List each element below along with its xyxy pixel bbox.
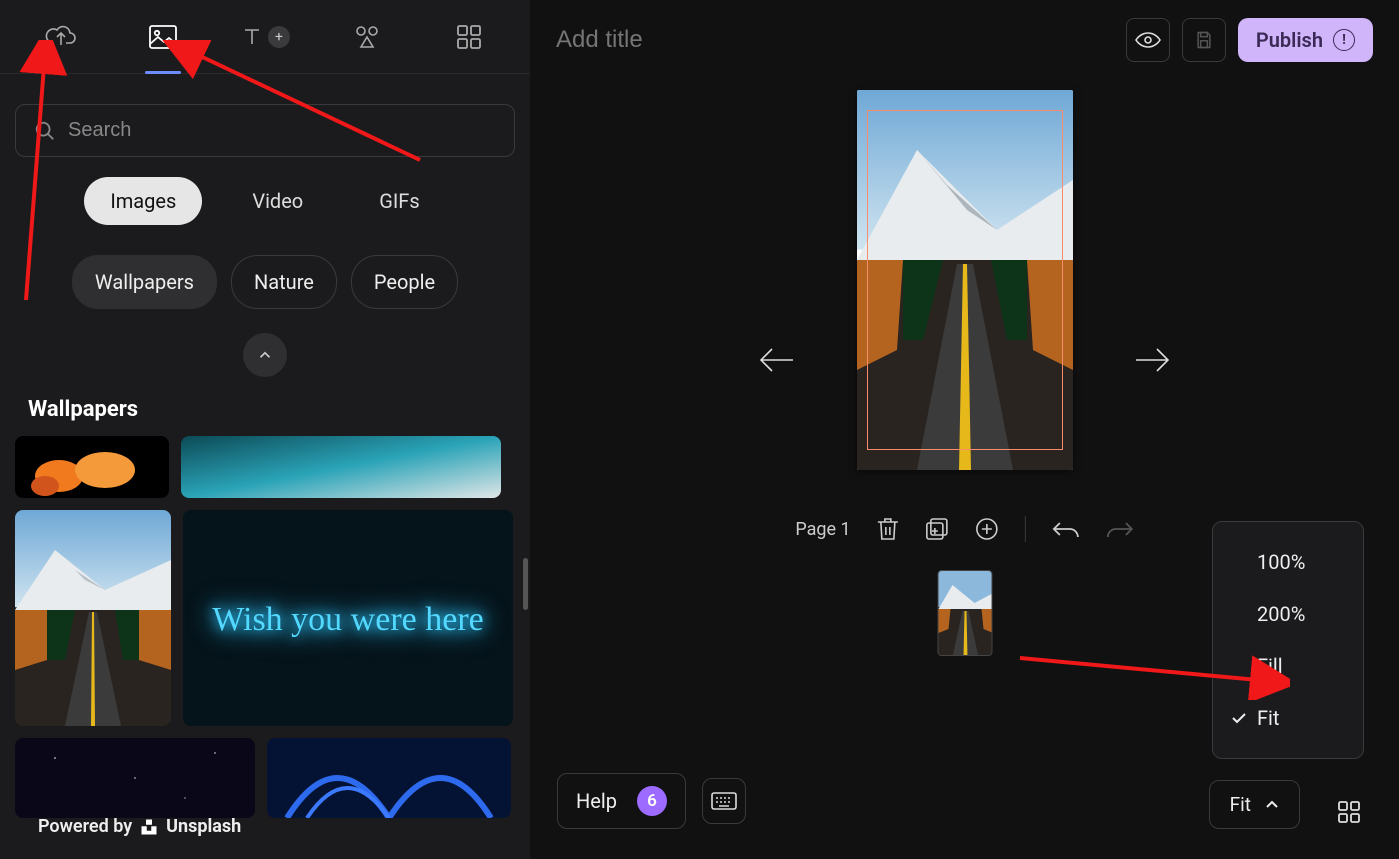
save-icon bbox=[1194, 30, 1214, 50]
save-button[interactable] bbox=[1182, 18, 1226, 62]
sidebar: + Images Video bbox=[0, 0, 530, 859]
chip-nature[interactable]: Nature bbox=[231, 255, 337, 309]
scrollbar-thumb[interactable] bbox=[523, 558, 528, 610]
duplicate-page-icon[interactable] bbox=[925, 517, 949, 541]
search-area bbox=[0, 74, 530, 177]
page-controls: Page 1 bbox=[795, 516, 1133, 542]
search-box[interactable] bbox=[15, 104, 515, 157]
sidebar-tabs: + bbox=[0, 0, 530, 74]
prev-page-button[interactable] bbox=[760, 347, 794, 373]
zoom-menu: 100% 200% Fill Fit bbox=[1212, 521, 1364, 759]
cloud-upload-icon bbox=[45, 23, 77, 51]
gallery-thumb[interactable] bbox=[15, 436, 169, 498]
page-thumb-strip bbox=[937, 570, 992, 656]
next-page-button[interactable] bbox=[1135, 347, 1169, 373]
topbar: Publish ! bbox=[530, 0, 1399, 80]
powered-by-label: Powered by bbox=[38, 816, 132, 837]
gallery-thumb[interactable] bbox=[15, 738, 255, 818]
preview-button[interactable] bbox=[1126, 18, 1170, 62]
svg-text:Wish you were here: Wish you were here bbox=[212, 601, 483, 638]
arrow-right-icon bbox=[1135, 347, 1169, 373]
text-icon bbox=[240, 25, 264, 49]
main: Publish ! bbox=[530, 0, 1399, 859]
tab-text[interactable]: + bbox=[214, 0, 316, 73]
gallery-thumb-neon[interactable]: Wish you were here bbox=[183, 510, 513, 726]
media-type-tabs: Images Video GIFs bbox=[0, 177, 530, 255]
title-input[interactable] bbox=[556, 26, 1114, 54]
fit-button[interactable]: Fit bbox=[1209, 780, 1300, 829]
publish-label: Publish bbox=[1256, 28, 1323, 52]
gallery: Wish you were here bbox=[0, 436, 530, 818]
collapse-button[interactable] bbox=[243, 333, 287, 377]
check-icon bbox=[1231, 710, 1247, 726]
arrow-left-icon bbox=[760, 347, 794, 373]
powered-by: Powered by Unsplash bbox=[38, 816, 241, 837]
help-bar: Help 6 bbox=[557, 773, 746, 829]
canvas-image[interactable] bbox=[857, 90, 1073, 470]
apps-grid-icon bbox=[456, 24, 482, 50]
search-input[interactable] bbox=[68, 119, 496, 142]
media-tab-images[interactable]: Images bbox=[84, 177, 202, 225]
alert-icon: ! bbox=[1333, 29, 1355, 51]
trash-icon[interactable] bbox=[877, 517, 899, 541]
gallery-thumb-mountain-road[interactable] bbox=[15, 510, 171, 726]
redo-icon[interactable] bbox=[1106, 521, 1134, 537]
grid-icon bbox=[1337, 800, 1361, 824]
gallery-thumb[interactable] bbox=[181, 436, 501, 498]
chevron-up-icon bbox=[256, 346, 274, 364]
tab-shapes[interactable] bbox=[316, 0, 418, 73]
unsplash-icon bbox=[140, 818, 158, 836]
shapes-icon bbox=[353, 23, 381, 51]
plus-badge-icon: + bbox=[268, 26, 290, 48]
zoom-option-fit[interactable]: Fit bbox=[1213, 692, 1363, 744]
add-page-icon[interactable] bbox=[975, 517, 999, 541]
canvas-frame[interactable] bbox=[857, 90, 1073, 470]
thumbnail-image bbox=[938, 571, 992, 656]
tab-apps[interactable] bbox=[418, 0, 520, 73]
undo-icon[interactable] bbox=[1052, 521, 1080, 537]
fit-button-label: Fit bbox=[1230, 793, 1251, 816]
zoom-option-fit-label: Fit bbox=[1257, 706, 1279, 730]
section-title: Wallpapers bbox=[0, 387, 530, 436]
page-thumbnail[interactable] bbox=[937, 570, 992, 656]
chip-wallpapers[interactable]: Wallpapers bbox=[72, 255, 217, 309]
media-tab-video[interactable]: Video bbox=[226, 177, 329, 225]
image-icon bbox=[148, 24, 178, 50]
divider bbox=[1025, 516, 1026, 542]
zoom-option-100[interactable]: 100% bbox=[1213, 536, 1363, 588]
keyboard-button[interactable] bbox=[702, 778, 746, 824]
provider-name: Unsplash bbox=[166, 816, 241, 837]
search-icon bbox=[34, 120, 56, 142]
grid-view-button[interactable] bbox=[1337, 800, 1361, 824]
help-label: Help bbox=[576, 789, 617, 813]
chip-people[interactable]: People bbox=[351, 255, 458, 309]
eye-icon bbox=[1135, 31, 1161, 49]
media-tab-gifs[interactable]: GIFs bbox=[353, 177, 445, 225]
chevron-up-icon bbox=[1265, 798, 1279, 812]
tab-upload[interactable] bbox=[10, 0, 112, 73]
tab-media[interactable] bbox=[112, 0, 214, 73]
publish-button[interactable]: Publish ! bbox=[1238, 18, 1373, 62]
page-label: Page 1 bbox=[795, 519, 850, 540]
tag-chips: Wallpapers Nature People bbox=[0, 255, 530, 333]
zoom-option-fill[interactable]: Fill bbox=[1213, 640, 1363, 692]
help-badge: 6 bbox=[637, 786, 667, 816]
zoom-option-200[interactable]: 200% bbox=[1213, 588, 1363, 640]
keyboard-icon bbox=[711, 792, 737, 810]
help-button[interactable]: Help 6 bbox=[557, 773, 686, 829]
gallery-thumb[interactable] bbox=[267, 738, 511, 818]
